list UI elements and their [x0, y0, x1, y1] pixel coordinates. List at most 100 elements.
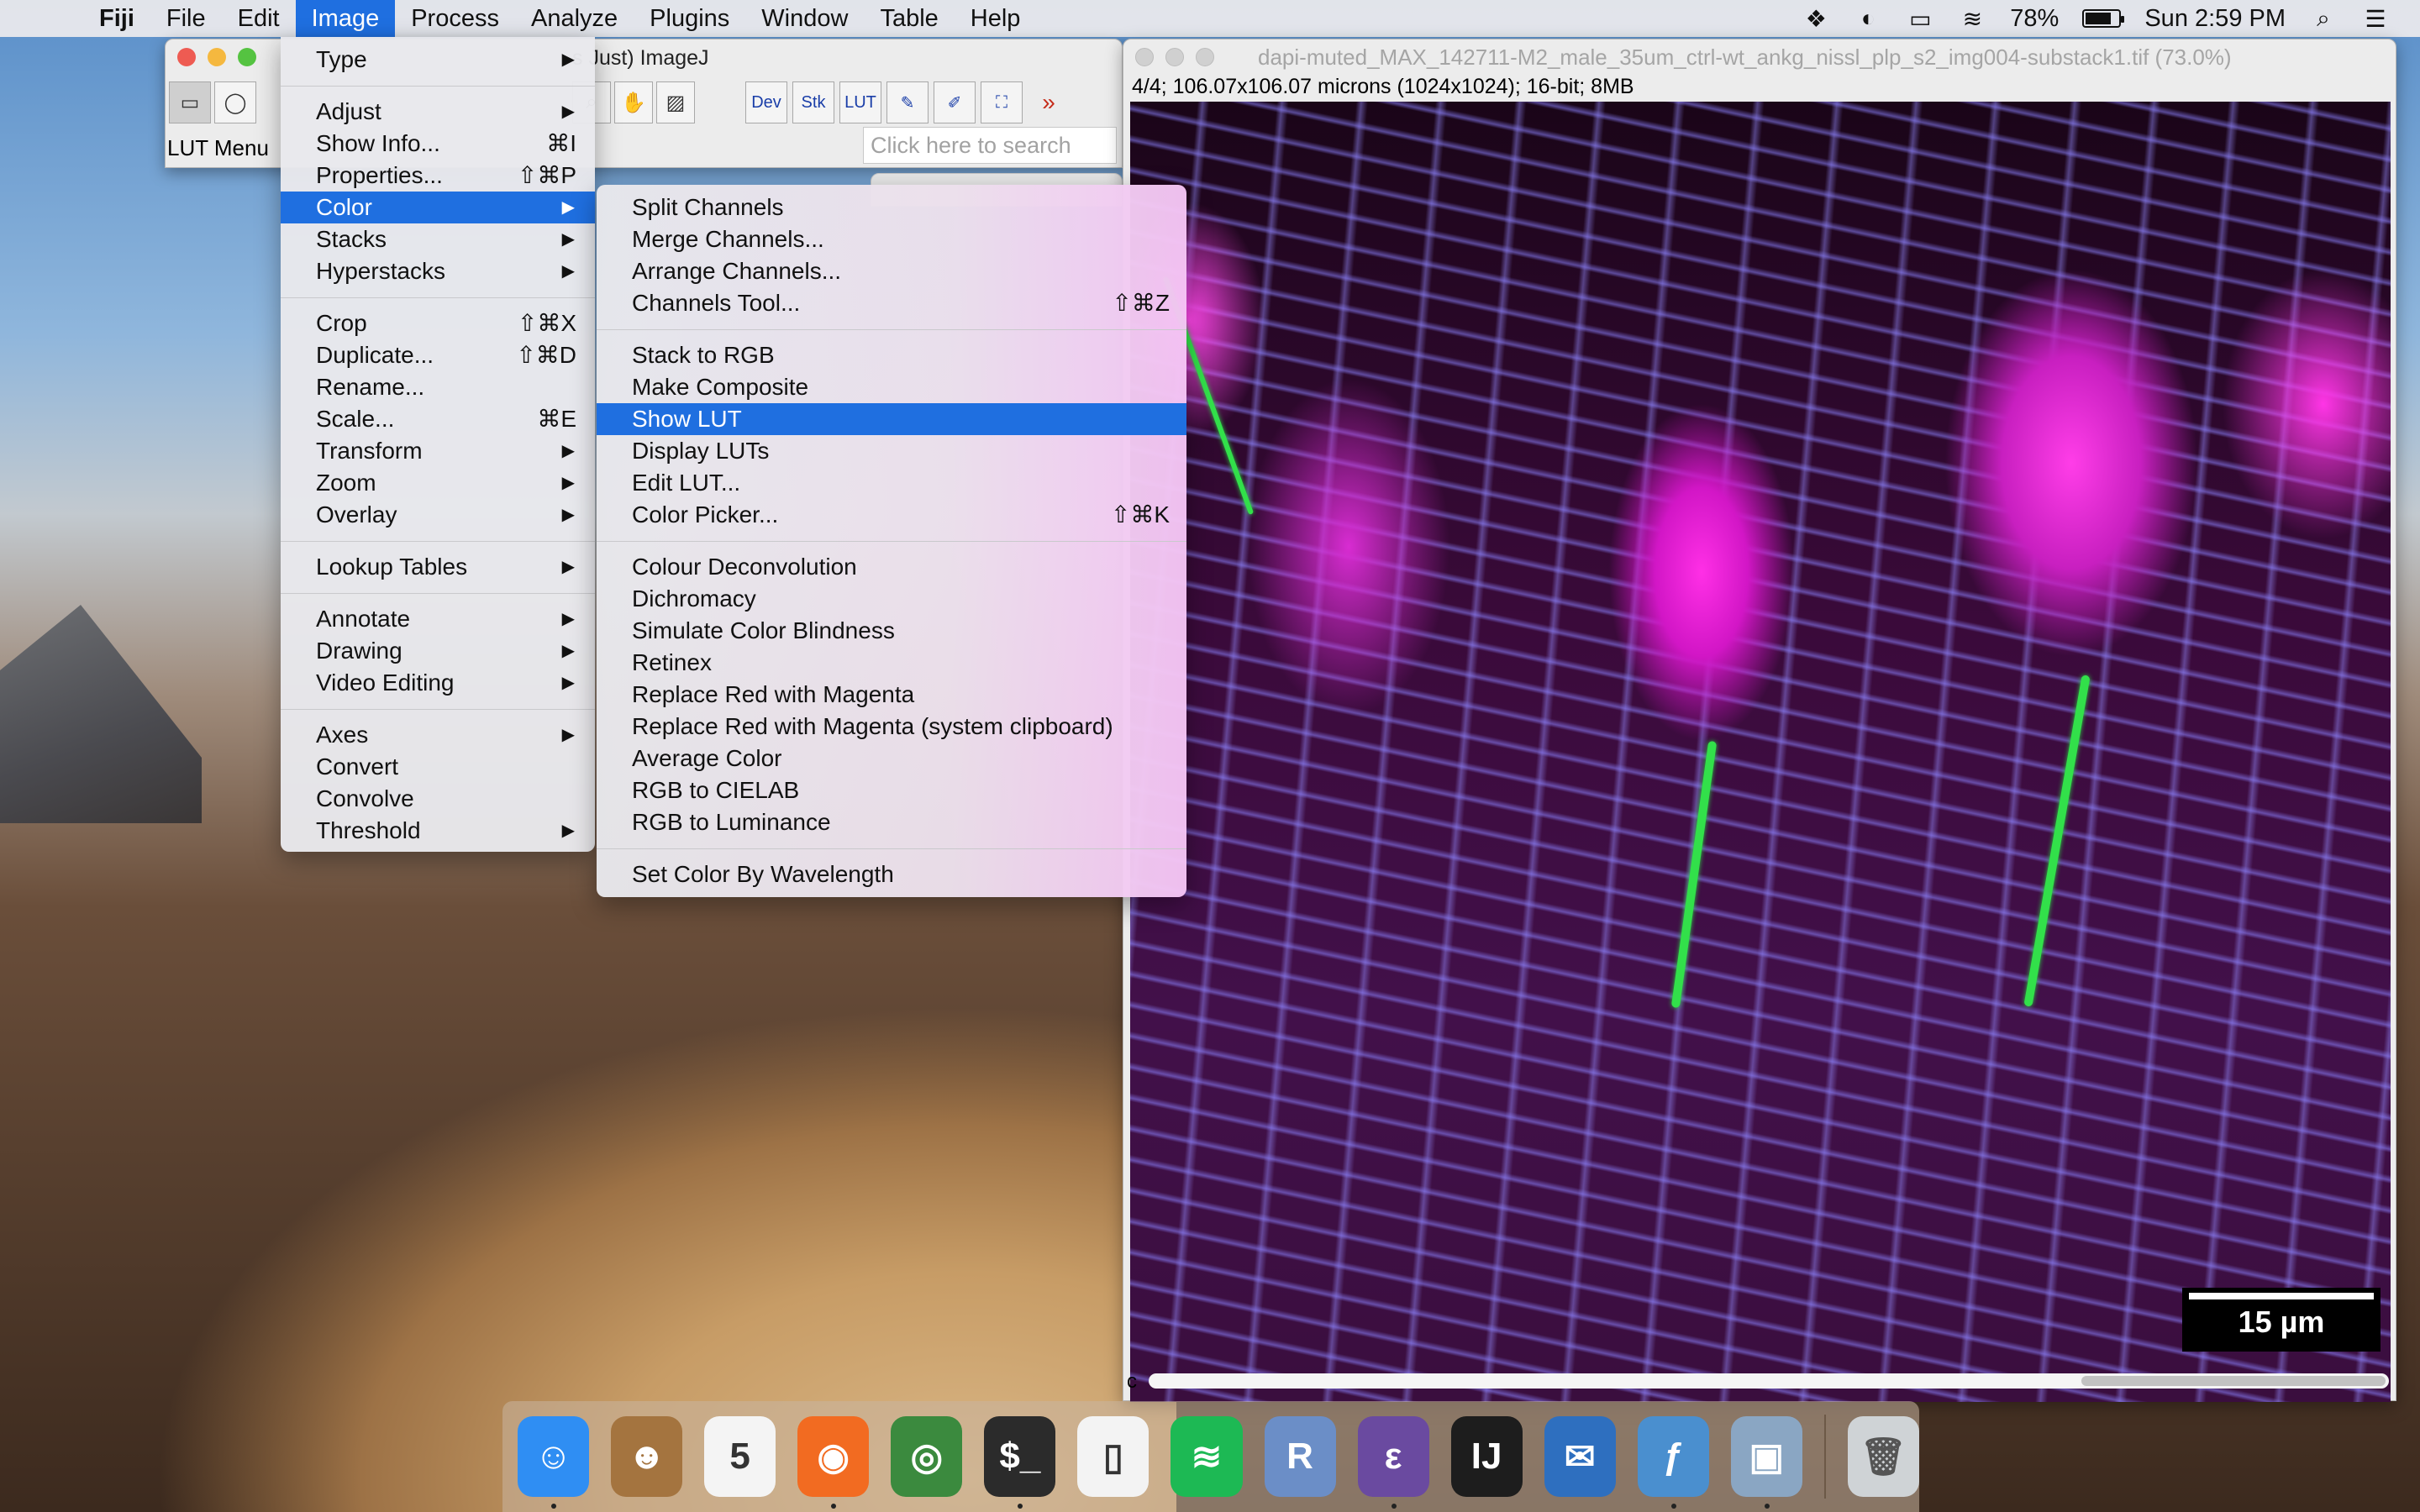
- fiji-search-input[interactable]: Click here to search: [863, 127, 1117, 164]
- fiji-icon[interactable]: ƒ: [1637, 1416, 1709, 1509]
- menu-item-duplicate[interactable]: Duplicate... ⇧⌘D: [281, 339, 595, 371]
- channel-scrollbar[interactable]: [1149, 1373, 2389, 1389]
- toolbar-tool-3[interactable]: ✎: [886, 81, 929, 123]
- menubar-item-table[interactable]: Table: [864, 0, 954, 37]
- color-picker-tool-icon[interactable]: ▨: [656, 81, 695, 123]
- menubar-clock[interactable]: Sun 2:59 PM: [2144, 5, 2286, 33]
- menu-item-threshold[interactable]: Threshold ▶: [281, 815, 595, 847]
- terminal-icon[interactable]: $_: [984, 1416, 1056, 1509]
- thunderbird-icon[interactable]: ✉: [1544, 1416, 1616, 1497]
- menu-item-color[interactable]: Color ▶: [281, 192, 595, 223]
- menu-item-convolve[interactable]: Convolve: [281, 783, 595, 815]
- toolbar-tool-1[interactable]: Stk: [792, 81, 834, 123]
- chrome-icon[interactable]: ◎: [891, 1416, 963, 1497]
- menu-item-stacks[interactable]: Stacks ▶: [281, 223, 595, 255]
- menubar-item-process[interactable]: Process: [395, 0, 515, 37]
- menu-item-rename[interactable]: Rename...: [281, 371, 595, 403]
- menubar-item-edit[interactable]: Edit: [222, 0, 296, 37]
- menu-item-edit-lut[interactable]: Edit LUT...: [597, 467, 1186, 499]
- menu-item-colour-deconvolution[interactable]: Colour Deconvolution: [597, 551, 1186, 583]
- toolbar-tool-0[interactable]: Dev: [745, 81, 787, 123]
- menubar-item-window[interactable]: Window: [745, 0, 864, 37]
- calendar-icon[interactable]: 5: [704, 1416, 776, 1497]
- dock-glyph: 5: [729, 1436, 750, 1477]
- firefox-icon[interactable]: ◉: [797, 1416, 870, 1509]
- menu-item-overlay[interactable]: Overlay ▶: [281, 499, 595, 531]
- menu-item-adjust[interactable]: Adjust ▶: [281, 96, 595, 128]
- menubar-item-plugins[interactable]: Plugins: [634, 0, 745, 37]
- preview-icon[interactable]: ▣: [1730, 1416, 1802, 1509]
- menubar-item-help[interactable]: Help: [955, 0, 1037, 37]
- menu-item-stack-to-rgb[interactable]: Stack to RGB: [597, 339, 1186, 371]
- menu-item-color-picker[interactable]: Color Picker... ⇧⌘K: [597, 499, 1186, 531]
- menu-item-drawing[interactable]: Drawing ▶: [281, 635, 595, 667]
- contacts-icon[interactable]: ☻: [611, 1416, 683, 1497]
- menu-item-scale[interactable]: Scale... ⌘E: [281, 403, 595, 435]
- menu-item-hyperstacks[interactable]: Hyperstacks ▶: [281, 255, 595, 287]
- notification-center-icon[interactable]: ☰: [2361, 5, 2390, 33]
- menu-item-replace-red-with-magenta-system-clipboard[interactable]: Replace Red with Magenta (system clipboa…: [597, 711, 1186, 743]
- toolbar-tool-6[interactable]: »: [1028, 81, 1070, 123]
- oval-tool-icon[interactable]: ◯: [214, 81, 256, 123]
- hand-tool-icon[interactable]: ✋: [614, 81, 653, 123]
- menu-item-rgb-to-cielab[interactable]: RGB to CIELAB: [597, 774, 1186, 806]
- menu-item-video-editing[interactable]: Video Editing ▶: [281, 667, 595, 699]
- menu-item-split-channels[interactable]: Split Channels: [597, 192, 1186, 223]
- menu-item-set-color-by-wavelength[interactable]: Set Color By Wavelength: [597, 858, 1186, 890]
- toolbar-tool-2[interactable]: LUT: [839, 81, 881, 123]
- privacy-icon[interactable]: ◐: [1854, 5, 1882, 32]
- finder-icon[interactable]: ☺: [518, 1416, 590, 1509]
- spotlight-icon[interactable]: ⌕: [2309, 5, 2338, 33]
- image-canvas[interactable]: 15 µm: [1130, 102, 2391, 1402]
- menu-item-replace-red-with-magenta[interactable]: Replace Red with Magenta: [597, 679, 1186, 711]
- app-menu-fiji[interactable]: Fiji: [89, 0, 150, 37]
- menubar-item-analyze[interactable]: Analyze: [515, 0, 634, 37]
- trash-icon[interactable]: 🗑: [1847, 1416, 1919, 1497]
- menu-item-retinex[interactable]: Retinex: [597, 647, 1186, 679]
- menu-item-merge-channels[interactable]: Merge Channels...: [597, 223, 1186, 255]
- wifi-icon[interactable]: ≋: [1958, 5, 1986, 33]
- minimize-button[interactable]: [208, 48, 226, 66]
- menu-item-dichromacy[interactable]: Dichromacy: [597, 583, 1186, 615]
- menu-item-show-lut[interactable]: Show LUT: [597, 403, 1186, 435]
- menu-item-lookup-tables[interactable]: Lookup Tables ▶: [281, 551, 595, 583]
- menu-item-simulate-color-blindness[interactable]: Simulate Color Blindness: [597, 615, 1186, 647]
- menu-item-show-info[interactable]: Show Info... ⌘I: [281, 128, 595, 160]
- menu-item-channels-tool[interactable]: Channels Tool... ⇧⌘Z: [597, 287, 1186, 319]
- fiji-tools-right: Dev Stk LUT ✎ ✐ ⛶»: [745, 81, 1070, 123]
- menu-item-crop[interactable]: Crop ⇧⌘X: [281, 307, 595, 339]
- file-icon[interactable]: ▯: [1077, 1416, 1150, 1497]
- r-icon[interactable]: R: [1264, 1416, 1336, 1497]
- menu-item-type[interactable]: Type ▶: [281, 44, 595, 76]
- image-zoom-button[interactable]: [1196, 48, 1214, 66]
- menu-item-convert[interactable]: Convert: [281, 751, 595, 783]
- rectangle-tool-icon[interactable]: ▭: [169, 81, 211, 123]
- spotify-icon[interactable]: ≋: [1171, 1416, 1243, 1497]
- menu-item-zoom[interactable]: Zoom ▶: [281, 467, 595, 499]
- zoom-button[interactable]: [238, 48, 256, 66]
- menu-item-annotate[interactable]: Annotate ▶: [281, 603, 595, 635]
- scrollbar-thumb[interactable]: [2081, 1376, 2386, 1386]
- close-button[interactable]: [177, 48, 196, 66]
- image-minimize-button[interactable]: [1165, 48, 1184, 66]
- menu-item-display-luts[interactable]: Display LUTs: [597, 435, 1186, 467]
- intellij-icon[interactable]: IJ: [1450, 1416, 1523, 1497]
- menu-item-properties[interactable]: Properties... ⇧⌘P: [281, 160, 595, 192]
- menu-item-arrange-channels[interactable]: Arrange Channels...: [597, 255, 1186, 287]
- emacs-icon[interactable]: ε: [1357, 1416, 1429, 1509]
- menubar-item-file[interactable]: File: [150, 0, 222, 37]
- dropbox-icon[interactable]: ❖: [1802, 5, 1830, 33]
- battery-icon[interactable]: [2082, 9, 2125, 28]
- menu-item-axes[interactable]: Axes ▶: [281, 719, 595, 751]
- image-close-button[interactable]: [1135, 48, 1154, 66]
- menubar-item-image[interactable]: Image: [295, 0, 396, 37]
- menu-item-rgb-to-luminance[interactable]: RGB to Luminance: [597, 806, 1186, 838]
- menu-item-average-color[interactable]: Average Color: [597, 743, 1186, 774]
- menu-item-transform[interactable]: Transform ▶: [281, 435, 595, 467]
- display-icon[interactable]: ▭: [1906, 5, 1934, 33]
- toolbar-tool-5[interactable]: ⛶: [981, 81, 1023, 123]
- scale-bar-label: 15 µm: [2238, 1305, 2325, 1339]
- toolbar-tool-4[interactable]: ✐: [934, 81, 976, 123]
- menu-item-label: Convert: [316, 753, 399, 780]
- menu-item-make-composite[interactable]: Make Composite: [597, 371, 1186, 403]
